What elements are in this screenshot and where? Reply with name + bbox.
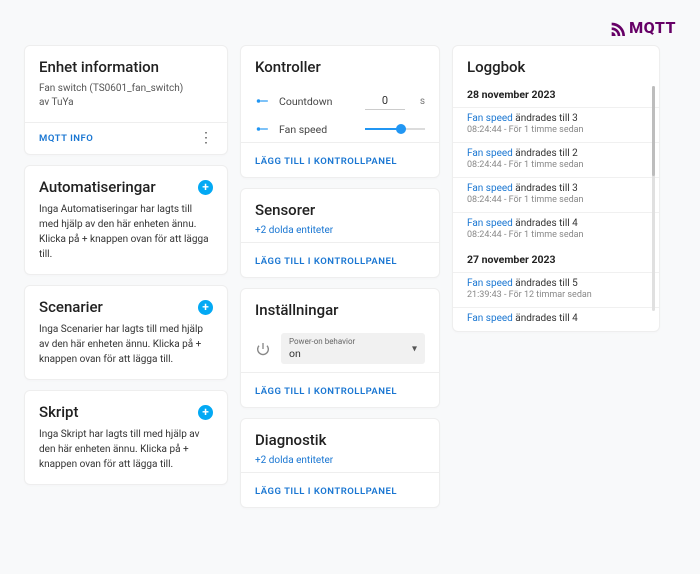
scrollbar[interactable] xyxy=(652,86,655,311)
sensors-title: Sensorer xyxy=(255,201,425,219)
device-name: Fan switch (TS0601_fan_switch) xyxy=(39,82,213,96)
settings-add-button[interactable]: LÄGG TILL I KONTROLLPANEL xyxy=(255,386,397,397)
device-manufacturer: av TuYa xyxy=(39,96,213,110)
logbook-entity-link[interactable]: Fan speed xyxy=(467,278,513,289)
device-info-title: Enhet information xyxy=(39,58,213,76)
sensors-card: Sensorer +2 dolda entiteter LÄGG TILL I … xyxy=(240,188,440,278)
scripts-card: Skript + Inga Skript har lagts till med … xyxy=(24,390,228,485)
logbook-timestamp: 08:24:44 - För 1 timme sedan xyxy=(467,125,645,135)
scenes-title: Scenarier xyxy=(39,298,103,316)
sensors-add-button[interactable]: LÄGG TILL I KONTROLLPANEL xyxy=(255,256,397,267)
chevron-down-icon: ▾ xyxy=(412,343,417,354)
fan-speed-icon xyxy=(255,122,269,136)
logbook-change-text: ändrades till 2 xyxy=(513,148,578,159)
diagnostics-hidden-button[interactable]: +2 dolda entiteter xyxy=(255,455,425,466)
logbook-change-text: ändrades till 3 xyxy=(513,183,578,194)
logbook-change-text: ändrades till 4 xyxy=(513,218,578,229)
power-icon xyxy=(255,341,271,357)
logbook-entity-link[interactable]: Fan speed xyxy=(467,218,513,229)
diagnostics-add-button[interactable]: LÄGG TILL I KONTROLLPANEL xyxy=(255,486,397,497)
automations-card: Automatiseringar + Inga Automatiseringar… xyxy=(24,165,228,275)
add-script-icon[interactable]: + xyxy=(198,405,213,420)
logbook-change-text: ändrades till 3 xyxy=(513,113,578,124)
sensors-hidden-button[interactable]: +2 dolda entiteter xyxy=(255,225,425,236)
settings-card: Inställningar Power-on behavior on ▾ LÄG… xyxy=(240,288,440,408)
brand-name: MQTT xyxy=(629,18,676,37)
mqtt-logo: MQTT xyxy=(609,18,676,37)
controls-add-button[interactable]: LÄGG TILL I KONTROLLPANEL xyxy=(255,156,397,167)
logbook-timestamp: 21:39:43 - För 12 timmar sedan xyxy=(467,290,645,300)
power-on-behavior-select[interactable]: Power-on behavior on ▾ xyxy=(281,333,425,364)
logbook-change-text: ändrades till 4 xyxy=(513,313,578,324)
select-label: Power-on behavior xyxy=(289,337,417,346)
logbook-entity-link[interactable]: Fan speed xyxy=(467,313,513,324)
device-info-card: Enhet information Fan switch (TS0601_fan… xyxy=(24,45,228,155)
settings-title: Inställningar xyxy=(255,301,425,319)
logbook-timestamp: 08:24:44 - För 1 timme sedan xyxy=(467,160,645,170)
countdown-icon xyxy=(255,94,269,108)
logbook-entity-link[interactable]: Fan speed xyxy=(467,183,513,194)
countdown-label: Countdown xyxy=(279,95,355,108)
automations-title: Automatiseringar xyxy=(39,178,156,196)
logbook-change-text: ändrades till 5 xyxy=(513,278,578,289)
logbook-entity-link[interactable]: Fan speed xyxy=(467,113,513,124)
countdown-unit: s xyxy=(415,96,425,107)
add-automation-icon[interactable]: + xyxy=(198,180,213,195)
countdown-row: Countdown 0 s xyxy=(241,86,439,116)
mqtt-info-button[interactable]: MQTT INFO xyxy=(39,133,93,144)
fan-speed-row: Fan speed xyxy=(241,116,439,142)
logbook-item[interactable]: Fan speed ändrades till 308:24:44 - För … xyxy=(453,177,659,212)
more-menu-icon[interactable]: ⋮ xyxy=(199,135,213,142)
logbook-date: 28 november 2023 xyxy=(453,82,659,107)
fan-speed-label: Fan speed xyxy=(279,123,355,136)
scripts-body: Inga Skript har lagts till med hjälp av … xyxy=(39,427,213,472)
logbook-card: Loggbok 28 november 2023Fan speed ändrad… xyxy=(452,45,660,332)
select-value: on xyxy=(289,347,417,360)
scenes-body: Inga Scenarier har lagts till med hjälp … xyxy=(39,322,213,367)
logbook-item[interactable]: Fan speed ändrades till 308:24:44 - För … xyxy=(453,107,659,142)
mqtt-icon xyxy=(609,20,625,36)
add-scene-icon[interactable]: + xyxy=(198,300,213,315)
logbook-timestamp: 08:24:44 - För 1 timme sedan xyxy=(467,230,645,240)
diagnostics-card: Diagnostik +2 dolda entiteter LÄGG TILL … xyxy=(240,418,440,508)
logbook-item[interactable]: Fan speed ändrades till 208:24:44 - För … xyxy=(453,142,659,177)
fan-speed-slider[interactable] xyxy=(365,122,425,136)
logbook-date: 27 november 2023 xyxy=(453,247,659,272)
controls-card: Kontroller Countdown 0 s Fan speed xyxy=(240,45,440,178)
logbook-timestamp: 08:24:44 - För 1 timme sedan xyxy=(467,195,645,205)
logbook-item[interactable]: Fan speed ändrades till 408:24:44 - För … xyxy=(453,212,659,247)
logbook-entity-link[interactable]: Fan speed xyxy=(467,148,513,159)
logbook-item[interactable]: Fan speed ändrades till 521:39:43 - För … xyxy=(453,272,659,307)
logbook-title: Loggbok xyxy=(453,46,659,82)
controls-title: Kontroller xyxy=(255,58,425,76)
automations-body: Inga Automatiseringar har lagts till med… xyxy=(39,202,213,262)
logbook-item[interactable]: Fan speed ändrades till 4 xyxy=(453,307,659,331)
diagnostics-title: Diagnostik xyxy=(255,431,425,449)
countdown-input[interactable]: 0 xyxy=(365,92,405,110)
scenes-card: Scenarier + Inga Scenarier har lagts til… xyxy=(24,285,228,380)
scripts-title: Skript xyxy=(39,403,78,421)
